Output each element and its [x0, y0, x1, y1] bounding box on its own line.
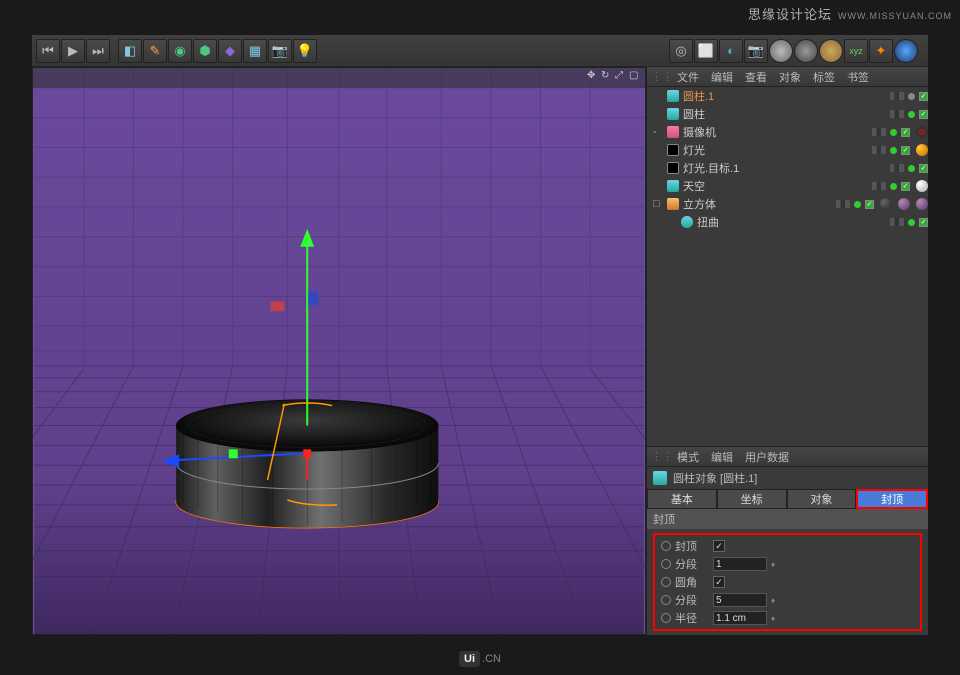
render-settings-button[interactable]: ◐	[719, 39, 743, 63]
viewport-header: ✥ ↻ ⤢ ▢	[33, 68, 645, 88]
grip-icon: ⋮⋮	[651, 450, 661, 463]
main-area: ✥ ↻ ⤢ ▢	[32, 67, 928, 635]
spinner-icon[interactable]: ♦	[771, 614, 779, 623]
attr-object-title: 圆柱对象 [圆柱.1]	[647, 467, 928, 489]
attr-tabs: 基本 坐标 对象 封顶	[647, 489, 928, 509]
main-toolbar: ⏮ ▶ ⏭ ◧ ✎ ◉ ⬢ ◆ ▦ 📷 💡 ◎ ⬜ ◐ 📷 xyz ✦	[32, 35, 928, 67]
forward-button[interactable]: ⏭	[86, 39, 110, 63]
object-row[interactable]: □立方体✓	[647, 195, 928, 213]
radius-input[interactable]	[713, 611, 767, 625]
am-menu-edit[interactable]: 编辑	[711, 449, 733, 465]
om-menu-edit[interactable]: 编辑	[711, 69, 733, 85]
om-menu-file[interactable]: 文件	[677, 69, 699, 85]
vp-nav4-icon[interactable]: ▢	[629, 70, 641, 82]
pen-tool-button[interactable]: ✎	[143, 39, 167, 63]
radio-icon	[661, 577, 671, 587]
radio-icon	[661, 595, 671, 605]
attr-menu: ⋮⋮ 模式 编辑 用户数据	[647, 447, 928, 467]
deformer-button[interactable]: ◆	[218, 39, 242, 63]
seg2-label: 分段	[675, 592, 709, 608]
object-row[interactable]: 扭曲✓	[647, 213, 928, 231]
cube-primitive-button[interactable]: ◧	[118, 39, 142, 63]
cap-label: 封顶	[675, 538, 709, 554]
tab-object[interactable]: 对象	[787, 489, 857, 509]
cylinder-icon	[653, 471, 667, 485]
object-row[interactable]: 圆柱✓	[647, 105, 928, 123]
attribute-manager: ⋮⋮ 模式 编辑 用户数据 圆柱对象 [圆柱.1] 基本 坐标 对象 封顶 封顶	[647, 446, 928, 635]
picture-viewer-button[interactable]: 📷	[744, 39, 768, 63]
viewport[interactable]: ✥ ↻ ⤢ ▢	[32, 67, 646, 635]
snap-button[interactable]: ✦	[869, 39, 893, 63]
seg2-input[interactable]	[713, 593, 767, 607]
am-menu-userdata[interactable]: 用户数据	[745, 449, 789, 465]
om-menu-object[interactable]: 对象	[779, 69, 801, 85]
axis-button[interactable]: xyz	[844, 39, 868, 63]
tab-coord[interactable]: 坐标	[717, 489, 787, 509]
app-window: ⏮ ▶ ⏭ ◧ ✎ ◉ ⬢ ◆ ▦ 📷 💡 ◎ ⬜ ◐ 📷 xyz ✦	[32, 35, 928, 635]
seg1-input[interactable]	[713, 557, 767, 571]
tab-basic[interactable]: 基本	[647, 489, 717, 509]
vp-nav2-icon[interactable]: ↻	[601, 70, 613, 82]
om-menu-bookmarks[interactable]: 书签	[847, 69, 869, 85]
env-button[interactable]: ▦	[243, 39, 267, 63]
nurbs-button[interactable]: ◉	[168, 39, 192, 63]
radio-icon	[661, 613, 671, 623]
right-panel: ⋮⋮ 文件 编辑 查看 对象 标签 书签 圆柱.1✓圆柱✓-摄像机✓⊘灯光✓灯光…	[646, 67, 928, 635]
render-view-button[interactable]: ◎	[669, 39, 693, 63]
am-menu-mode[interactable]: 模式	[677, 449, 699, 465]
om-menu-tags[interactable]: 标签	[813, 69, 835, 85]
cap-checkbox[interactable]: ✓	[713, 540, 725, 552]
mat1-button[interactable]	[769, 39, 793, 63]
object-tree[interactable]: 圆柱.1✓圆柱✓-摄像机✓⊘灯光✓灯光.目标.1✓天空✓□立方体✓扭曲✓	[647, 87, 928, 237]
generator-button[interactable]: ⬢	[193, 39, 217, 63]
mat2-button[interactable]	[794, 39, 818, 63]
object-row[interactable]: 灯光✓	[647, 141, 928, 159]
spinner-icon[interactable]: ♦	[771, 560, 779, 569]
object-manager-menu: ⋮⋮ 文件 编辑 查看 对象 标签 书签	[647, 67, 928, 87]
object-row[interactable]: 圆柱.1✓	[647, 87, 928, 105]
play-button[interactable]: ▶	[61, 39, 85, 63]
vp-nav1-icon[interactable]: ✥	[587, 70, 599, 82]
magnet-button[interactable]	[894, 39, 918, 63]
vp-nav3-icon[interactable]: ⤢	[615, 70, 627, 82]
mat3-button[interactable]	[819, 39, 843, 63]
viewport-render	[33, 68, 645, 634]
highlighted-fields: 封顶 ✓ 分段 ♦ 圆角 ✓	[653, 533, 922, 631]
radius-label: 半径	[675, 610, 709, 626]
spinner-icon[interactable]: ♦	[771, 596, 779, 605]
om-menu-view[interactable]: 查看	[745, 69, 767, 85]
grip-icon: ⋮⋮	[651, 70, 661, 83]
light-button[interactable]: 💡	[293, 39, 317, 63]
watermark: 思缘设计论坛WWW.MISSYUAN.COM	[748, 4, 952, 23]
seg1-label: 分段	[675, 556, 709, 572]
object-row[interactable]: -摄像机✓⊘	[647, 123, 928, 141]
fillet-label: 圆角	[675, 574, 709, 590]
section-title: 封顶	[647, 509, 928, 529]
tab-caps[interactable]: 封顶	[856, 489, 928, 509]
camera-button[interactable]: 📷	[268, 39, 292, 63]
rewind-button[interactable]: ⏮	[36, 39, 60, 63]
render-region-button[interactable]: ⬜	[694, 39, 718, 63]
object-row[interactable]: 天空✓	[647, 177, 928, 195]
footer-logo: Ui.CN	[459, 653, 501, 665]
radio-icon	[661, 541, 671, 551]
object-row[interactable]: 灯光.目标.1✓	[647, 159, 928, 177]
fillet-checkbox[interactable]: ✓	[713, 576, 725, 588]
radio-icon	[661, 559, 671, 569]
